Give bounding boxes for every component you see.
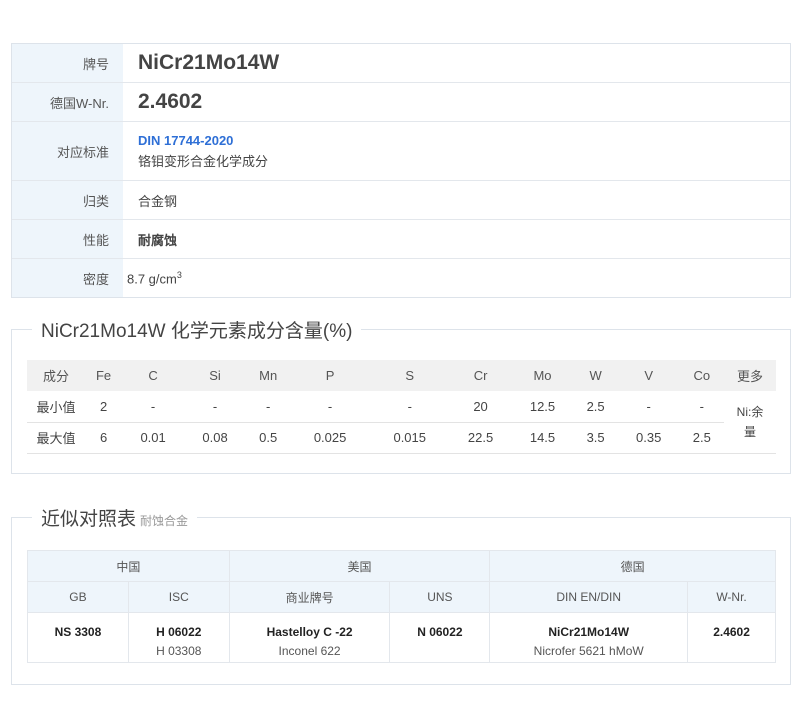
chem-cell: - bbox=[679, 391, 724, 423]
cmp-cell-isc: H 06022 H 03308 bbox=[127, 612, 230, 663]
property-value: 耐腐蚀 bbox=[138, 232, 178, 248]
col-isc: ISC bbox=[127, 581, 230, 613]
country-usa: 美国 bbox=[228, 550, 491, 582]
chem-header-cell: V bbox=[617, 360, 680, 391]
chem-cell: 6 bbox=[99, 430, 108, 445]
standard-link[interactable]: DIN 17744-2020 bbox=[138, 133, 790, 148]
chem-cell: - bbox=[246, 391, 291, 423]
chem-more-line2: 量 bbox=[743, 424, 756, 439]
country-china: 中国 bbox=[27, 550, 230, 582]
wnr-label: 德国W-Nr. bbox=[12, 83, 123, 121]
col-trade-name: 商业牌号 bbox=[228, 581, 391, 613]
chem-cell: 2.5 bbox=[692, 430, 711, 445]
chem-cell: 2 bbox=[85, 391, 123, 423]
density-label: 密度 bbox=[12, 259, 123, 297]
cmp-cell-trade: Hastelloy C -22 Inconel 622 bbox=[228, 612, 391, 663]
chem-header-cell: Mo bbox=[511, 360, 574, 391]
comparison-country-row: 中国 美国 德国 bbox=[27, 550, 776, 582]
spec-row-category: 归类 合金钢 bbox=[12, 181, 790, 220]
category-label: 归类 bbox=[12, 181, 123, 219]
comparison-title: 近似对照表 耐蚀合金 bbox=[32, 504, 198, 531]
chem-cell: 0.35 bbox=[636, 430, 662, 445]
property-label: 性能 bbox=[12, 220, 123, 258]
cmp-cell-gb: NS 3308 bbox=[27, 612, 129, 663]
chem-header-cell: P bbox=[290, 360, 370, 391]
cmp-cell-din: NiCr21Mo14W Nicrofer 5621 hMoW bbox=[489, 612, 689, 663]
chem-cell: 14.5 bbox=[529, 430, 556, 445]
chem-cell: - bbox=[184, 391, 247, 423]
chem-header-cell: C bbox=[122, 360, 185, 391]
chem-cell: - bbox=[290, 391, 370, 423]
chem-header-cell: W bbox=[573, 360, 618, 391]
chem-cell: 20 bbox=[449, 391, 512, 423]
chem-cell: 0.025 bbox=[313, 430, 347, 445]
chem-header-cell: Cr bbox=[449, 360, 512, 391]
chem-header-cell: 成分 bbox=[27, 360, 85, 391]
chem-header-cell: Si bbox=[184, 360, 247, 391]
chem-max-label: 最大值 bbox=[36, 431, 76, 446]
chem-cell: - bbox=[617, 391, 680, 423]
spec-row-density: 密度 8.7 g/cm3 bbox=[12, 259, 790, 297]
table-row: 最小值 2 - - - - - 20 12.5 2.5 - - Ni:余 量 bbox=[27, 391, 776, 454]
chem-cell: - bbox=[122, 391, 185, 423]
chem-cell: 0.01 bbox=[140, 430, 166, 445]
spec-row-wnr: 德国W-Nr. 2.4602 bbox=[12, 83, 790, 122]
chemistry-title: NiCr21Mo14W 化学元素成分含量(%) bbox=[32, 316, 362, 343]
grade-value: NiCr21Mo14W bbox=[138, 51, 280, 74]
cmp-cell-uns: N 06022 bbox=[389, 612, 491, 663]
country-germany: 德国 bbox=[489, 550, 776, 582]
chem-header-cell: Fe bbox=[85, 360, 123, 391]
chemistry-section: NiCr21Mo14W 化学元素成分含量(%) 成分 Fe C Si Mn P … bbox=[11, 316, 791, 474]
chem-cell: - bbox=[369, 391, 450, 423]
chem-cell: 0.08 bbox=[202, 430, 228, 445]
chem-more-cell: Ni:余 量 bbox=[724, 391, 776, 454]
spec-table: 牌号 NiCr21Mo14W 德国W-Nr. 2.4602 对应标准 DIN 1… bbox=[11, 43, 791, 298]
comparison-subtitle: 耐蚀合金 bbox=[140, 514, 189, 528]
chem-more-line1: Ni:余 bbox=[736, 404, 764, 419]
comparison-section: 近似对照表 耐蚀合金 中国 美国 德国 GB ISC 商业牌号 UNS DIN E… bbox=[11, 504, 791, 685]
chem-min-label: 最小值 bbox=[27, 391, 85, 423]
wnr-value: 2.4602 bbox=[138, 90, 203, 113]
chemistry-header-row: 成分 Fe C Si Mn P S Cr Mo W V Co 更多 bbox=[27, 360, 776, 391]
chem-header-cell: Mn bbox=[246, 360, 291, 391]
col-gb: GB bbox=[27, 581, 129, 613]
comparison-table: 中国 美国 德国 GB ISC 商业牌号 UNS DIN EN/DIN W-Nr… bbox=[27, 550, 776, 663]
col-wnr: W-Nr. bbox=[687, 581, 776, 613]
chem-cell: 3.5 bbox=[586, 430, 605, 445]
spec-row-property: 性能 耐腐蚀 bbox=[12, 220, 790, 259]
comparison-column-row: GB ISC 商业牌号 UNS DIN EN/DIN W-Nr. bbox=[27, 581, 776, 613]
col-din: DIN EN/DIN bbox=[489, 581, 689, 613]
standard-label: 对应标准 bbox=[12, 122, 123, 180]
standard-desc: 铬钼变形合金化学成分 bbox=[138, 153, 269, 169]
cmp-cell-wnr: 2.4602 bbox=[687, 612, 776, 663]
grade-label: 牌号 bbox=[12, 44, 123, 82]
spec-row-standard: 对应标准 DIN 17744-2020 铬钼变形合金化学成分 bbox=[12, 122, 790, 181]
density-exponent: 3 bbox=[176, 269, 182, 280]
chem-header-cell: S bbox=[369, 360, 450, 391]
chem-cell: 0.015 bbox=[393, 430, 427, 445]
table-row: NS 3308 H 06022 H 03308 Hastelloy C -22 In… bbox=[27, 612, 776, 663]
chem-cell: 0.5 bbox=[259, 430, 278, 445]
chem-cell: 22.5 bbox=[467, 430, 494, 445]
chemistry-table: 成分 Fe C Si Mn P S Cr Mo W V Co 更多 最小值 2 … bbox=[27, 360, 776, 454]
spec-row-grade: 牌号 NiCr21Mo14W bbox=[12, 44, 790, 83]
chem-cell: 12.5 bbox=[511, 391, 574, 423]
chem-header-more: 更多 bbox=[724, 360, 776, 391]
col-uns: UNS bbox=[389, 581, 491, 613]
table-row: 最大值 6 0.01 0.08 0.5 0.025 0.015 22.5 14.… bbox=[27, 422, 776, 453]
density-value: 8.7 g/cm3 bbox=[127, 269, 182, 287]
chem-cell: 2.5 bbox=[573, 391, 618, 423]
category-value: 合金钢 bbox=[138, 193, 178, 209]
chem-header-cell: Co bbox=[679, 360, 724, 391]
